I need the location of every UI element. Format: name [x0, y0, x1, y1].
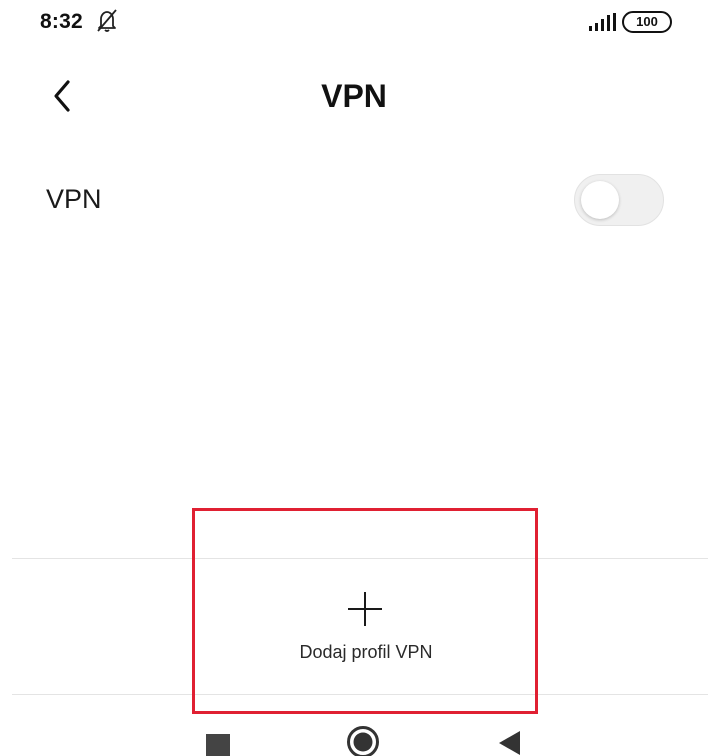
- bell-off-icon: [97, 9, 117, 32]
- status-bar: 8:32 100: [0, 0, 708, 44]
- divider-bottom: [12, 694, 708, 695]
- signal-icon: [589, 13, 616, 31]
- nav-recents-icon[interactable]: [206, 734, 230, 756]
- vpn-toggle[interactable]: [574, 174, 664, 226]
- plus-icon: [348, 592, 382, 626]
- divider-top: [12, 558, 708, 559]
- vpn-settings-screen: 8:32 100 VPN VPN Dodaj profil VPN: [0, 0, 708, 756]
- vpn-toggle-knob: [581, 181, 619, 219]
- add-vpn-profile-label: Dodaj profil VPN: [299, 642, 433, 662]
- page-title: VPN: [321, 78, 387, 114]
- nav-back-icon[interactable]: [496, 729, 522, 756]
- add-vpn-profile-button[interactable]: Dodaj profil VPN: [194, 560, 538, 694]
- vpn-label: VPN: [46, 184, 102, 214]
- status-time: 8:32: [40, 10, 83, 33]
- nav-home-icon[interactable]: [346, 725, 380, 756]
- battery-icon: 100: [622, 11, 672, 33]
- vpn-row[interactable]: VPN: [0, 160, 708, 240]
